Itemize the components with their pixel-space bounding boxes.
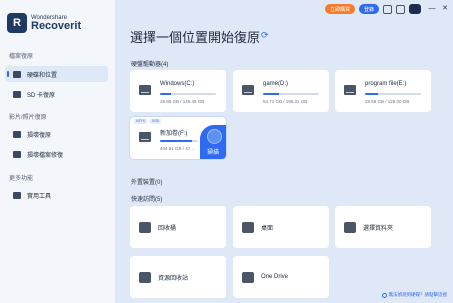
drive-card-d[interactable]: game(D:) 54.71 GB / 195.31 GB [233,70,329,112]
close-icon[interactable]: ✕ [440,4,450,14]
minimize-icon[interactable]: — [427,4,437,14]
logo-icon: R [7,13,27,33]
scan-button[interactable]: 掃描 [200,125,226,159]
quick-access-label: 快速訪問(5) [131,197,163,203]
drive-size: 54.71 GB / 195.31 GB [263,99,308,104]
sidebar-item-corrupted-recovery[interactable]: 損壞復原 [5,126,108,142]
logo-product: Recoverit [31,19,82,32]
avatar[interactable] [409,4,421,14]
help-link-label: 無法偵測到硬碟？請點擊這裡 [388,292,448,297]
sidebar: R Wondershare Recoverit 檔案復原 硬碟和位置 SD 卡復… [0,0,115,303]
sidebar-item-label: 損壞檔案修復 [27,152,64,159]
quick-access-onedrive[interactable]: One Drive [233,256,329,298]
quick-access-select-folder[interactable]: 選擇資料夾 [335,206,431,248]
repair-icon [13,150,21,158]
trash-icon [139,271,151,283]
sd-card-icon [13,90,21,98]
sidebar-item-drives-locations[interactable]: 硬碟和位置 [5,66,108,82]
app-logo: R Wondershare Recoverit [7,13,81,33]
quick-access-label-text: 桌面 [261,225,274,232]
filesystem-tag: NTFS [134,119,148,124]
hard-drive-icon [139,85,151,95]
sidebar-item-sd-card[interactable]: SD 卡復原 [5,86,108,102]
main-panel: 立即購買 登錄 — ✕ 選擇一個位置開始復原 ⟳ 硬盤驅動器(4) Window… [115,0,453,303]
page-title: 選擇一個位置開始復原 [130,30,261,45]
sidebar-item-tools[interactable]: 實用工具 [5,187,108,203]
scan-button-label: 掃描 [206,150,219,156]
buy-button[interactable]: 立即購買 [324,4,355,14]
sidebar-item-label: 硬碟和位置 [27,72,58,79]
drive-card-e[interactable]: program file(E:) 29.58 GB / 128.00 GB [335,70,431,112]
quick-access-desktop[interactable]: 桌面 [233,206,329,248]
title-bar-actions: 立即購買 登錄 — ✕ [324,3,453,15]
drive-usage-bar [160,140,198,142]
question-icon [381,292,387,298]
drive-usage-fill [365,93,378,95]
drive-usage-bar [365,93,421,95]
folder-icon [344,221,356,233]
drive-name: game(D:) [263,81,289,87]
drive-size: 28.86 GB / 146.48 GB [160,99,205,104]
drive-name: 新加卷(F:) [160,131,188,137]
sidebar-item-label: 損壞復原 [27,132,52,139]
login-button[interactable]: 登錄 [358,4,379,14]
sidebar-section-file-recovery: 檔案復原 [9,54,34,60]
drive-card-f[interactable]: NTFS SSD 新加卷(F:) 404.51 GB / 47... 掃描 [130,117,226,159]
drive-card-c[interactable]: Windows(C:) 28.86 GB / 146.48 GB [130,70,226,112]
quick-access-label-text: 選擇資料夾 [363,225,394,232]
quick-access-label-text: 回收桶 [158,225,177,232]
desktop-icon [242,221,254,233]
drive-usage-bar [263,93,319,95]
external-devices-label: 外置裝置(0) [131,180,163,186]
drive-usage-fill [263,93,279,95]
drive-usage-fill [160,140,193,142]
hard-drive-icon [344,85,356,95]
login-button-label: 登錄 [363,6,374,13]
quick-access-recycle-bin[interactable]: 回收桶 [130,206,226,248]
quick-access-label-text: One Drive [261,274,289,280]
drive-name: Windows(C:) [160,81,195,87]
help-icon[interactable] [396,4,405,14]
hard-drive-icon [139,132,151,142]
cloud-icon [242,271,254,283]
drive-icon [13,70,21,78]
drive-usage-fill [160,93,172,95]
recycle-bin-icon [139,221,151,233]
video-icon [13,130,21,138]
scan-icon [207,129,222,144]
drive-size: 29.58 GB / 128.00 GB [365,99,410,104]
refresh-icon[interactable]: ⟳ [261,30,269,41]
sidebar-section-more: 更多功能 [9,176,34,182]
drive-usage-bar [160,93,216,95]
drive-name: program file(E:) [365,81,407,87]
sidebar-section-video-photo: 影片/照片復原 [9,115,47,121]
sidebar-item-label: SD 卡復原 [27,92,56,99]
buy-button-label: 立即購買 [329,6,350,13]
quick-access-label-text: 資源回收站 [158,275,189,282]
toolbox-icon [13,191,21,199]
message-icon[interactable] [383,4,392,14]
drive-type-tag: SSD [150,119,162,124]
hard-drive-icon [242,85,254,95]
drive-size: 404.51 GB / 47... [160,146,195,151]
hard-drives-label: 硬盤驅動器(4) [131,62,169,68]
sidebar-item-file-repair[interactable]: 損壞檔案修復 [5,146,108,162]
cannot-detect-drive-link[interactable]: 無法偵測到硬碟？請點擊這裡 [381,292,448,298]
sidebar-item-label: 實用工具 [27,193,52,200]
quick-access-trash[interactable]: 資源回收站 [130,256,226,298]
